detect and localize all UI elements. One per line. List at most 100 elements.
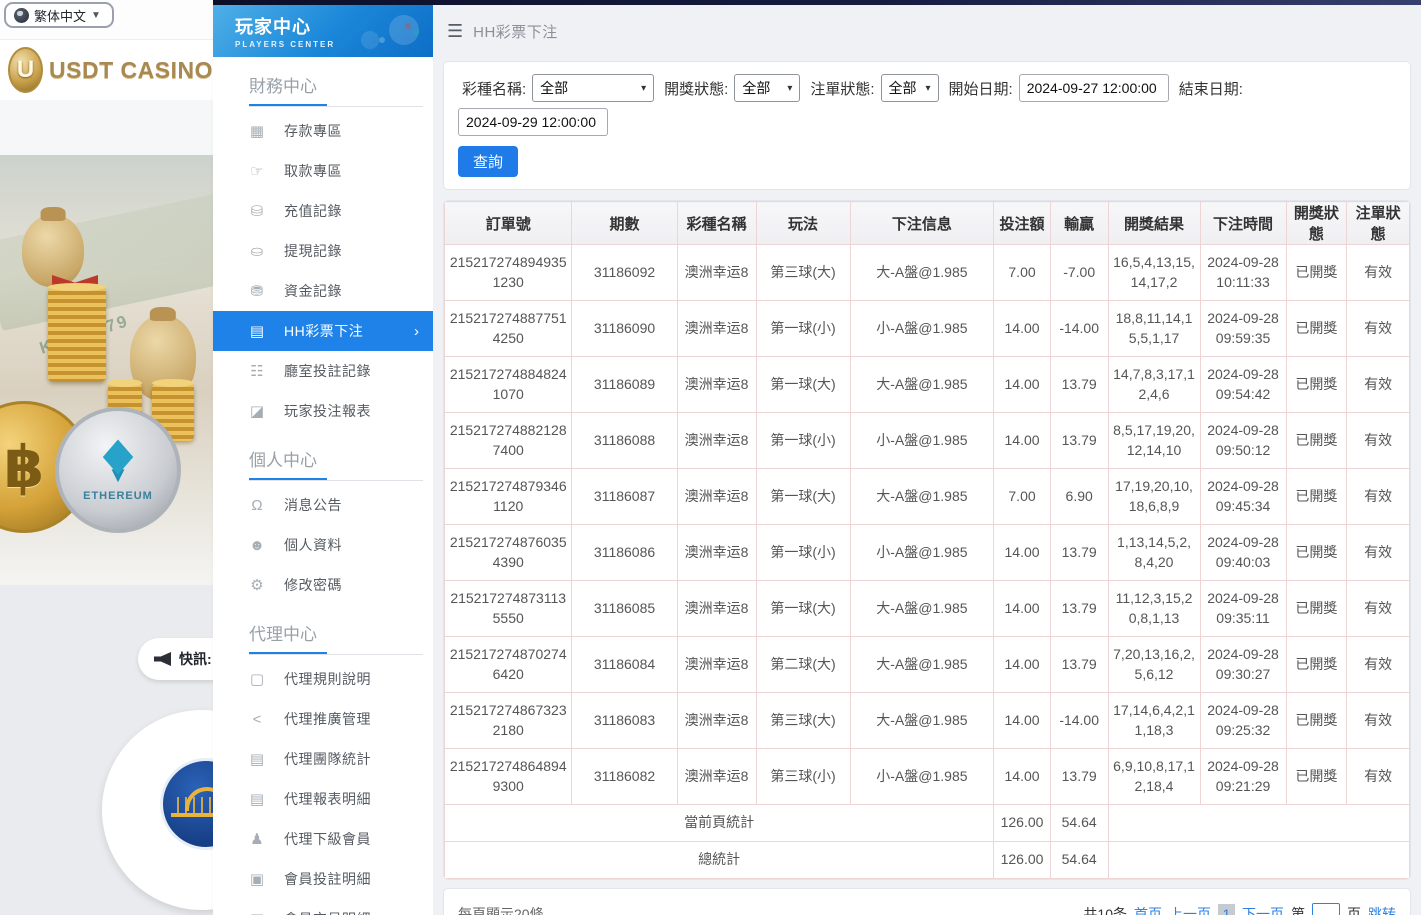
sidebar-item[interactable]: ⛁充值記錄 bbox=[213, 191, 433, 231]
table-row: 215217274873113555031186085澳洲幸运8第一球(大)大-… bbox=[445, 581, 1410, 637]
withdraw-hand-icon: ☞ bbox=[245, 162, 269, 180]
column-header: 下注信息 bbox=[850, 202, 994, 245]
first-page-link[interactable]: 首页 bbox=[1134, 904, 1162, 915]
filter-panel: 彩種名稱: 全部 ▾ 開獎狀態: 全部 ▾ 注單狀態: 全部 ▾ 開始日期: 結… bbox=[443, 61, 1411, 190]
table-cell: 澳洲幸运8 bbox=[677, 581, 756, 637]
table-cell: 已開獎 bbox=[1286, 413, 1347, 469]
sidebar-item-label: 廳室投註記錄 bbox=[284, 361, 371, 381]
start-date-input[interactable] bbox=[1019, 74, 1169, 102]
table-cell: 澳洲幸运8 bbox=[677, 357, 756, 413]
sidebar-item[interactable]: ⛀提現記錄 bbox=[213, 231, 433, 271]
section-underline bbox=[249, 652, 423, 655]
jump-button[interactable]: 跳转 bbox=[1368, 904, 1396, 915]
news-ticker[interactable]: 快訊: bbox=[138, 638, 213, 680]
spacer bbox=[0, 100, 213, 155]
table-cell: 2024-09-28 09:45:34 bbox=[1200, 469, 1286, 525]
section-underline-accent bbox=[249, 652, 327, 655]
pagination-controls: 共10条 首页 上一页 1 下一页 第 页 跳转 bbox=[1083, 903, 1396, 915]
sidebar-item-label: 修改密碼 bbox=[284, 575, 342, 595]
table-cell: 已開獎 bbox=[1286, 693, 1347, 749]
sidebar-item[interactable]: ◪玩家投注報表 bbox=[213, 391, 433, 431]
next-page-link[interactable]: 下一页 bbox=[1242, 904, 1284, 915]
jump-page-input[interactable] bbox=[1312, 903, 1340, 915]
pagination-bar: 每頁顯示20條 共10条 首页 上一页 1 下一页 第 页 跳转 bbox=[443, 888, 1411, 915]
sidebar-item[interactable]: ☻個人資料 bbox=[213, 525, 433, 565]
gamepad-icon bbox=[357, 11, 421, 51]
table-cell: 有效 bbox=[1347, 749, 1410, 805]
sidebar-item[interactable]: ♟代理下級會員 bbox=[213, 819, 433, 859]
chevron-down-icon: ▾ bbox=[641, 83, 646, 94]
table-cell: 2024-09-28 09:25:32 bbox=[1200, 693, 1286, 749]
cashout-record-icon: ⛀ bbox=[245, 242, 269, 260]
sidebar-item[interactable]: <代理推廣管理 bbox=[213, 699, 433, 739]
ticker-label: 快訊: bbox=[179, 649, 212, 669]
table-cell: 6,9,10,8,17,12,18,4 bbox=[1108, 749, 1200, 805]
sidebar-item[interactable]: ▤HH彩票下注› bbox=[213, 311, 433, 351]
table-cell: 2152172748848241070 bbox=[445, 357, 572, 413]
document-icon: ▢ bbox=[245, 670, 269, 688]
page-summary-row: 當前頁統計126.0054.64 bbox=[445, 805, 1410, 842]
table-cell: 有效 bbox=[1347, 245, 1410, 301]
start-date-label: 開始日期: bbox=[949, 78, 1013, 99]
sidebar-item-label: 會員投註明細 bbox=[284, 869, 371, 889]
brand-coin-icon: U bbox=[8, 47, 43, 93]
table-cell: 第一球(大) bbox=[756, 469, 850, 525]
bell-icon: Ω bbox=[245, 497, 269, 514]
sidebar-item-label: 消息公告 bbox=[284, 495, 342, 515]
end-date-label: 結束日期: bbox=[1179, 78, 1243, 99]
lottery-select[interactable]: 全部 ▾ bbox=[532, 74, 654, 102]
sidebar-item[interactable]: ▣會員投註明細 bbox=[213, 859, 433, 899]
table-cell: 7,20,13,16,2,5,6,12 bbox=[1108, 637, 1200, 693]
table-cell: 17,14,6,4,2,11,18,3 bbox=[1108, 693, 1200, 749]
lottery-bet-icon: ▤ bbox=[245, 322, 269, 340]
column-header: 玩法 bbox=[756, 202, 850, 245]
table-cell: 31186087 bbox=[572, 469, 677, 525]
table-row: 215217274882128740031186088澳洲幸运8第一球(小)小-… bbox=[445, 413, 1410, 469]
table-cell: 2024-09-28 09:40:03 bbox=[1200, 525, 1286, 581]
table-cell: 14.00 bbox=[994, 637, 1051, 693]
sidebar-item[interactable]: ⛃資金記錄 bbox=[213, 271, 433, 311]
sidebar-item[interactable]: ▢代理規則說明 bbox=[213, 659, 433, 699]
brand-logo[interactable]: U USDT CASINO bbox=[0, 40, 213, 100]
table-cell: 2152172748673232180 bbox=[445, 693, 572, 749]
column-header: 彩種名稱 bbox=[677, 202, 756, 245]
draw-status-select[interactable]: 全部 ▾ bbox=[734, 74, 800, 102]
language-selector[interactable]: 繁体中文 ▼ bbox=[4, 2, 114, 28]
funds-record-icon: ⛃ bbox=[245, 282, 269, 300]
sidebar-item[interactable]: ▦存款專區 bbox=[213, 111, 433, 151]
sidebar-item[interactable]: ▤代理團隊統計 bbox=[213, 739, 433, 779]
prev-page-link[interactable]: 上一页 bbox=[1169, 904, 1211, 915]
table-cell: 14.00 bbox=[994, 301, 1051, 357]
table-cell: 已開獎 bbox=[1286, 637, 1347, 693]
table-cell: 2024-09-28 09:50:12 bbox=[1200, 413, 1286, 469]
table-cell: -14.00 bbox=[1050, 301, 1108, 357]
summary-empty-cell bbox=[1108, 842, 1410, 879]
sidebar-section-title: 個人中心 bbox=[213, 431, 433, 476]
menu-toggle-icon[interactable]: ☰ bbox=[447, 21, 463, 42]
sidebar-item[interactable]: ☷ 廳室投註記錄 bbox=[213, 351, 433, 391]
column-header: 期數 bbox=[572, 202, 677, 245]
order-status-select[interactable]: 全部 ▾ bbox=[881, 74, 939, 102]
sidebar-item[interactable]: ▥會員交易明細 bbox=[213, 899, 433, 915]
table-cell: 2024-09-28 09:21:29 bbox=[1200, 749, 1286, 805]
table-cell: 2152172748648949300 bbox=[445, 749, 572, 805]
sidebar-item[interactable]: Ω 消息公告 bbox=[213, 485, 433, 525]
hall-bet-record-icon: ☷ bbox=[245, 362, 269, 380]
member-transaction-icon: ▥ bbox=[245, 910, 269, 915]
column-header: 下注時間 bbox=[1200, 202, 1286, 245]
sidebar-item[interactable]: ☞取款專區 bbox=[213, 151, 433, 191]
table-cell: 有效 bbox=[1347, 637, 1410, 693]
end-date-input[interactable] bbox=[458, 108, 608, 136]
sidebar-item[interactable]: ▤代理報表明細 bbox=[213, 779, 433, 819]
table-cell: 澳洲幸运8 bbox=[677, 525, 756, 581]
sidebar-item[interactable]: ⚙修改密碼 bbox=[213, 565, 433, 605]
members-icon: ♟ bbox=[245, 830, 269, 848]
table-cell: 2024-09-28 09:30:27 bbox=[1200, 637, 1286, 693]
search-button[interactable]: 查詢 bbox=[458, 146, 518, 177]
table-cell: 14.00 bbox=[994, 357, 1051, 413]
table-cell: 澳洲幸运8 bbox=[677, 301, 756, 357]
sidebar-item-label: 充值記錄 bbox=[284, 201, 342, 221]
table-cell: 11,12,3,15,20,8,1,13 bbox=[1108, 581, 1200, 637]
lottery-select-value: 全部 bbox=[540, 78, 568, 98]
table-row: 215217274884824107031186089澳洲幸运8第一球(大)大-… bbox=[445, 357, 1410, 413]
